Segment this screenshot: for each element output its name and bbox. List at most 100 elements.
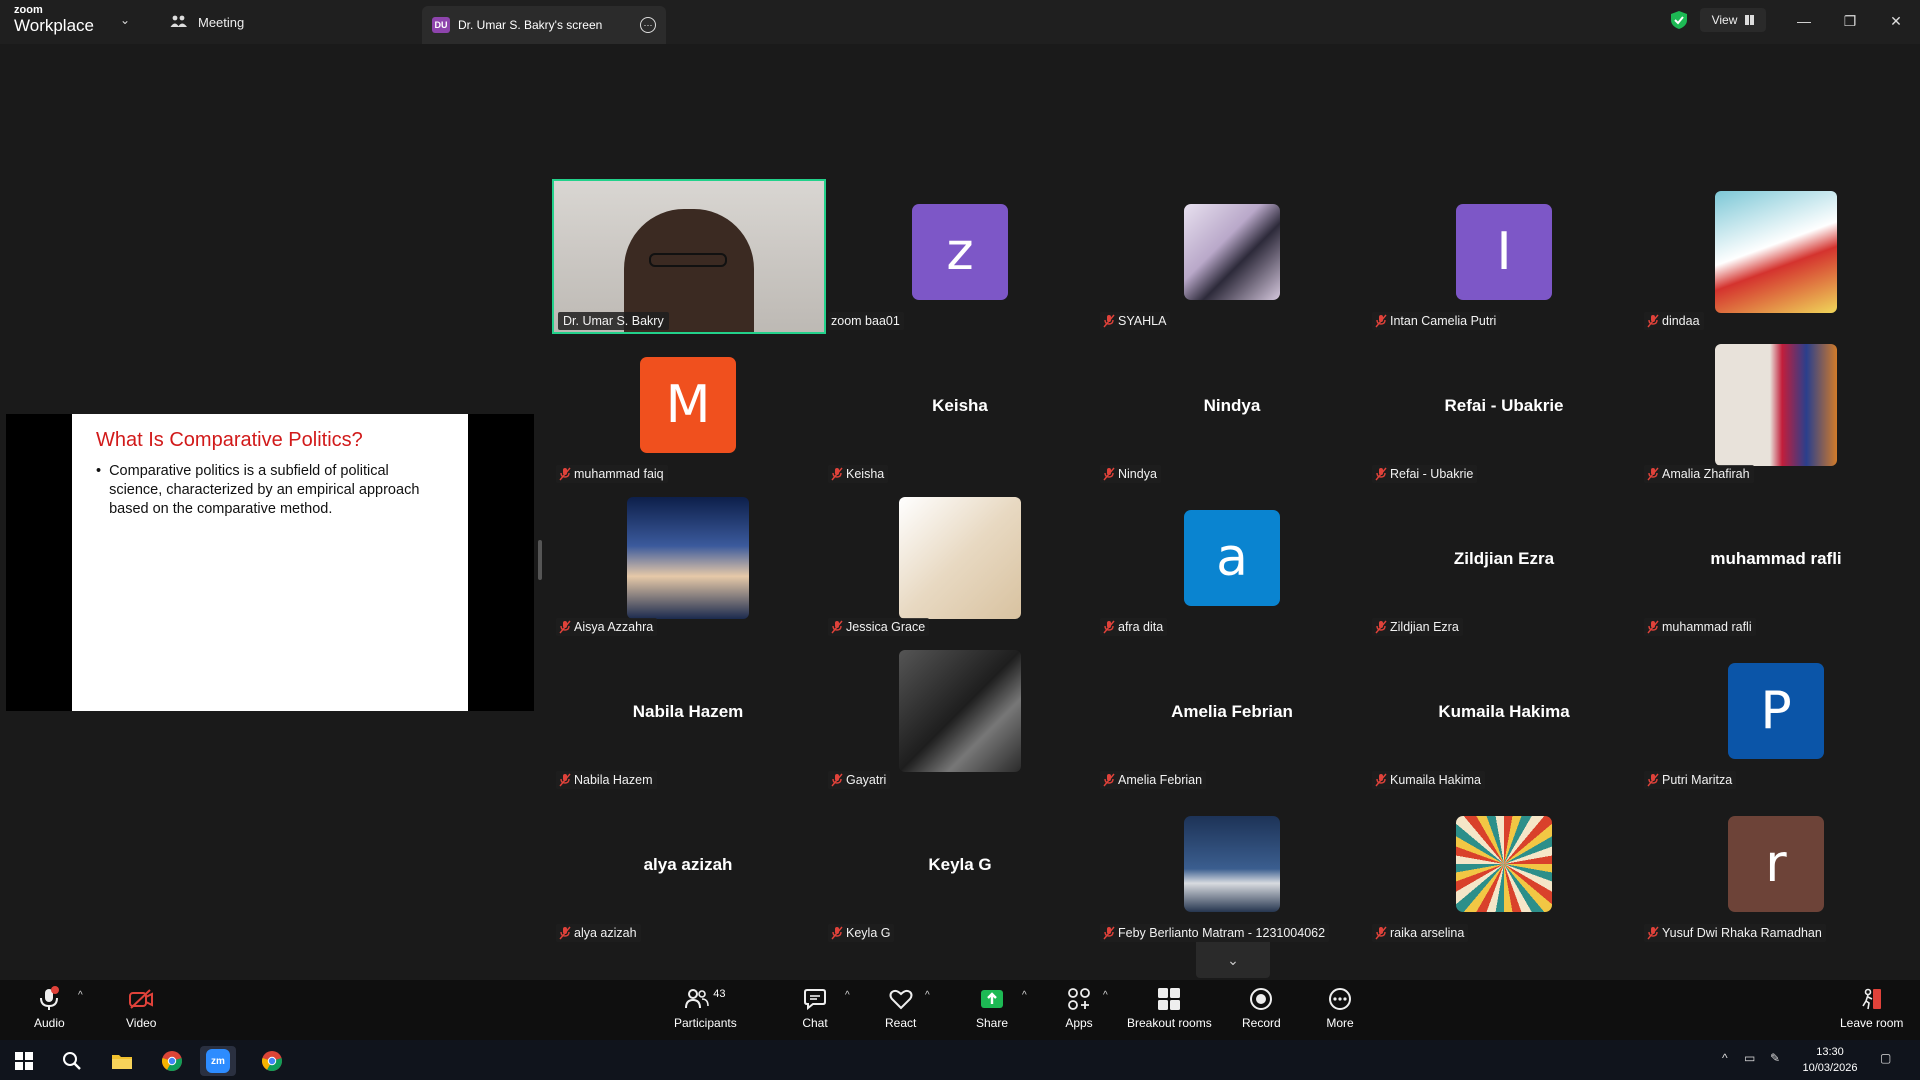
participant-tile[interactable]: Nindya Nindya	[1096, 332, 1368, 485]
heart-icon	[889, 989, 913, 1010]
restore-button[interactable]: ❐	[1832, 8, 1868, 34]
muted-microphone-icon	[559, 926, 571, 940]
react-button[interactable]: React	[885, 986, 916, 1038]
participants-button[interactable]: 43 Participants	[674, 986, 737, 1038]
audio-button[interactable]: Audio	[34, 986, 65, 1038]
participant-name-tag: SYAHLA	[1100, 312, 1171, 330]
leave-room-button[interactable]: Leave room	[1840, 986, 1903, 1038]
windows-start-icon[interactable]	[6, 1046, 42, 1076]
muted-microphone-icon	[559, 620, 571, 634]
participant-name-label: Kumaila Hakima	[1390, 773, 1482, 787]
network-icon[interactable]: ▭	[1744, 1051, 1755, 1065]
glasses-icon	[649, 253, 727, 267]
react-options-caret[interactable]: ^	[925, 990, 930, 1001]
muted-microphone-icon	[1375, 926, 1387, 940]
apps-options-caret[interactable]: ^	[1103, 990, 1108, 1001]
participant-name-tag: Refai - Ubakrie	[1372, 465, 1478, 483]
scroll-down-button[interactable]: ⌄	[1196, 942, 1270, 978]
participant-tile[interactable]: muhammad rafli muhammad rafli	[1640, 485, 1912, 638]
clock-time: 13:30	[1816, 1046, 1844, 1058]
participant-tile[interactable]: I Intan Camelia Putri	[1368, 179, 1640, 332]
participant-tile[interactable]: Amalia Zhafirah	[1640, 332, 1912, 485]
tab-shared-screen[interactable]: DU Dr. Umar S. Bakry's screen ···	[422, 6, 666, 44]
tab-meeting[interactable]: Meeting	[170, 10, 244, 34]
participant-tile[interactable]: Kumaila Hakima Kumaila Hakima	[1368, 638, 1640, 791]
apps-button[interactable]: Apps	[1065, 986, 1093, 1038]
participant-tile[interactable]: Mmuhammad faiq	[552, 332, 824, 485]
participant-tile[interactable]: Amelia Febrian Amelia Febrian	[1096, 638, 1368, 791]
participant-name-tag: Intan Camelia Putri	[1372, 312, 1501, 330]
notifications-icon[interactable]: ▢	[1880, 1051, 1891, 1065]
participant-tile[interactable]: Zildjian Ezra Zildjian Ezra	[1368, 485, 1640, 638]
participant-tile[interactable]: Feby Berlianto Matram - 1231004062	[1096, 791, 1368, 944]
participant-name-tag: muhammad rafli	[1644, 618, 1756, 636]
participant-tile[interactable]: z zoom baa01	[824, 179, 1096, 332]
record-label: Record	[1242, 1016, 1281, 1030]
participant-name-tag: afra dita	[1100, 618, 1168, 636]
participant-name-label: Aisya Azzahra	[574, 620, 654, 634]
system-clock[interactable]: 13:30 10/03/2026	[1796, 1044, 1864, 1076]
participant-name-label: muhammad faiq	[574, 467, 664, 481]
chrome-profile-icon[interactable]	[254, 1046, 290, 1076]
muted-microphone-icon	[1103, 926, 1115, 940]
participant-photo	[1715, 191, 1837, 313]
muted-microphone-icon	[831, 620, 843, 634]
audio-options-caret[interactable]: ^	[78, 990, 83, 1001]
file-explorer-icon[interactable]	[104, 1046, 140, 1076]
participant-tile[interactable]: raika arselina	[1368, 791, 1640, 944]
participant-name-label: Jessica Grace	[846, 620, 926, 634]
shared-screen-panel[interactable]: What Is Comparative Politics? • Comparat…	[6, 414, 534, 711]
more-icon	[1329, 988, 1351, 1010]
share-button[interactable]: Share	[976, 986, 1008, 1038]
participant-photo	[1184, 816, 1280, 912]
video-off-icon	[129, 989, 154, 1009]
participant-tile[interactable]: Nabila Hazem Nabila Hazem	[552, 638, 824, 791]
panel-resize-handle[interactable]	[538, 540, 542, 580]
video-button[interactable]: Video	[126, 986, 156, 1038]
participant-name-tag: Nindya	[1100, 465, 1161, 483]
muted-microphone-icon	[1103, 773, 1115, 787]
zoom-workplace-logo[interactable]: zoom Workplace	[14, 5, 94, 35]
participant-name-tag: Jessica Grace	[828, 618, 930, 636]
encryption-shield-icon[interactable]	[1670, 10, 1688, 30]
chrome-icon[interactable]	[154, 1046, 190, 1076]
minimize-button[interactable]: —	[1786, 8, 1822, 34]
participant-tile[interactable]: dindaa	[1640, 179, 1912, 332]
search-icon[interactable]	[54, 1046, 90, 1076]
participant-name-label: Putri Maritza	[1662, 773, 1733, 787]
pen-icon[interactable]: ✎	[1770, 1051, 1780, 1065]
close-button[interactable]: ✕	[1878, 8, 1914, 34]
zoom-app-icon[interactable]: zm	[200, 1046, 236, 1076]
participant-tile[interactable]: Jessica Grace	[824, 485, 1096, 638]
tray-expand-icon[interactable]: ^	[1722, 1051, 1728, 1065]
participant-tile[interactable]: a afra dita	[1096, 485, 1368, 638]
participant-tile[interactable]: Gayatri	[824, 638, 1096, 791]
participant-photo	[1715, 344, 1837, 466]
participant-name-tag: Feby Berlianto Matram - 1231004062	[1100, 924, 1330, 942]
participant-tile[interactable]: Keisha Keisha	[824, 332, 1096, 485]
sharer-avatar: DU	[432, 17, 450, 33]
participant-tile[interactable]: alya azizah alya azizah	[552, 791, 824, 944]
chat-button[interactable]: Chat	[801, 986, 829, 1038]
muted-microphone-icon	[1647, 314, 1659, 328]
record-button[interactable]: Record	[1242, 986, 1281, 1038]
view-button[interactable]: View	[1700, 8, 1766, 32]
chevron-down-icon[interactable]: ⌄	[120, 13, 130, 27]
share-options-caret[interactable]: ^	[1022, 990, 1027, 1001]
participant-tile[interactable]: r Yusuf Dwi Rhaka Ramadhan	[1640, 791, 1912, 944]
participant-tile[interactable]: SYAHLA	[1096, 179, 1368, 332]
participant-name-label: alya azizah	[574, 926, 637, 940]
more-button[interactable]: More	[1326, 986, 1354, 1038]
breakout-rooms-button[interactable]: Breakout rooms	[1127, 986, 1212, 1038]
participant-name-label: Gayatri	[846, 773, 887, 787]
active-speaker-video[interactable]: Dr. Umar S. Bakry	[552, 179, 826, 334]
participant-tile[interactable]: Refai - Ubakrie Refai - Ubakrie	[1368, 332, 1640, 485]
participant-tile[interactable]: Aisya Azzahra	[552, 485, 824, 638]
participant-tile[interactable]: P Putri Maritza	[1640, 638, 1912, 791]
more-options-icon[interactable]: ···	[640, 17, 656, 33]
chat-options-caret[interactable]: ^	[845, 990, 850, 1001]
avatar-initial: I	[1496, 222, 1512, 282]
zoom-app-label: zm	[206, 1049, 230, 1073]
participant-tile[interactable]: Keyla G Keyla G	[824, 791, 1096, 944]
avatar-initial: a	[1216, 528, 1248, 588]
